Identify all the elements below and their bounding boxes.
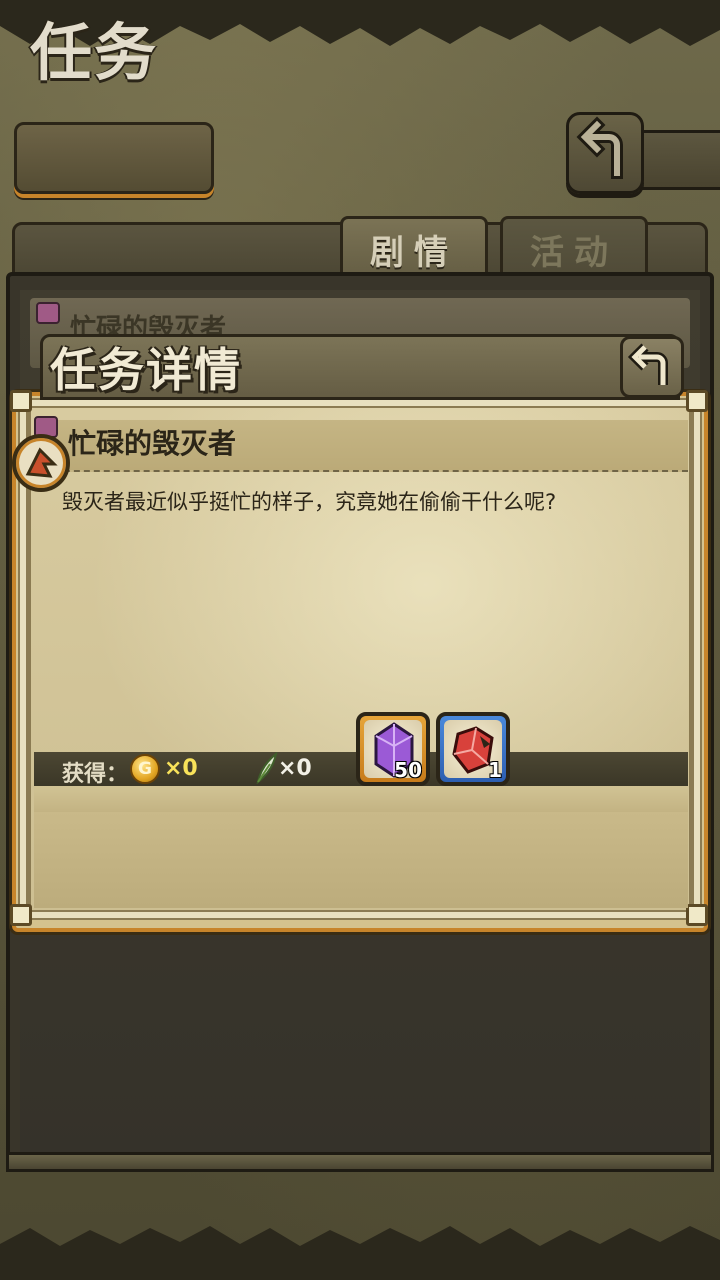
reward-label: 获得：	[62, 762, 129, 787]
back-button-rail	[640, 130, 720, 190]
frame-corner	[686, 390, 708, 412]
return-arrow-icon	[627, 343, 668, 385]
dialog-close-button[interactable]	[620, 336, 684, 398]
reward-item-purple-crystal[interactable]: 50	[356, 712, 430, 786]
return-arrow-icon	[576, 116, 623, 179]
item-count: 1	[488, 758, 502, 782]
coin-count: ×0	[164, 756, 198, 781]
quest-description: 毁灭者最近似乎挺忙的样子，究竟她在偷偷干什么呢?	[62, 490, 557, 514]
gold-coin-icon: G	[130, 754, 160, 784]
reward-item-red-gem-shard[interactable]: 1	[436, 712, 510, 786]
frame-edge-right	[692, 398, 702, 920]
torn-edge-bottom	[0, 1226, 720, 1280]
dialog-lower-panel	[34, 812, 688, 908]
frame-corner	[10, 904, 32, 926]
quest-title: 忙碌的毁灭者	[68, 427, 237, 460]
feather-count: ×0	[278, 756, 312, 781]
back-button[interactable]	[566, 112, 644, 194]
item-count: 50	[394, 758, 422, 782]
frame-corner	[10, 390, 32, 412]
quest-type-icon	[12, 434, 70, 492]
title-plate	[14, 122, 214, 194]
frame-edge-bottom	[18, 910, 702, 920]
story-badge-icon	[36, 302, 60, 324]
page-title: 任务	[30, 16, 159, 89]
dialog-title: 任务详情	[50, 343, 242, 397]
reward-band-lower	[34, 786, 688, 812]
feather-icon	[256, 752, 278, 784]
list-bottom-bar	[6, 1152, 714, 1172]
frame-corner	[686, 904, 708, 926]
